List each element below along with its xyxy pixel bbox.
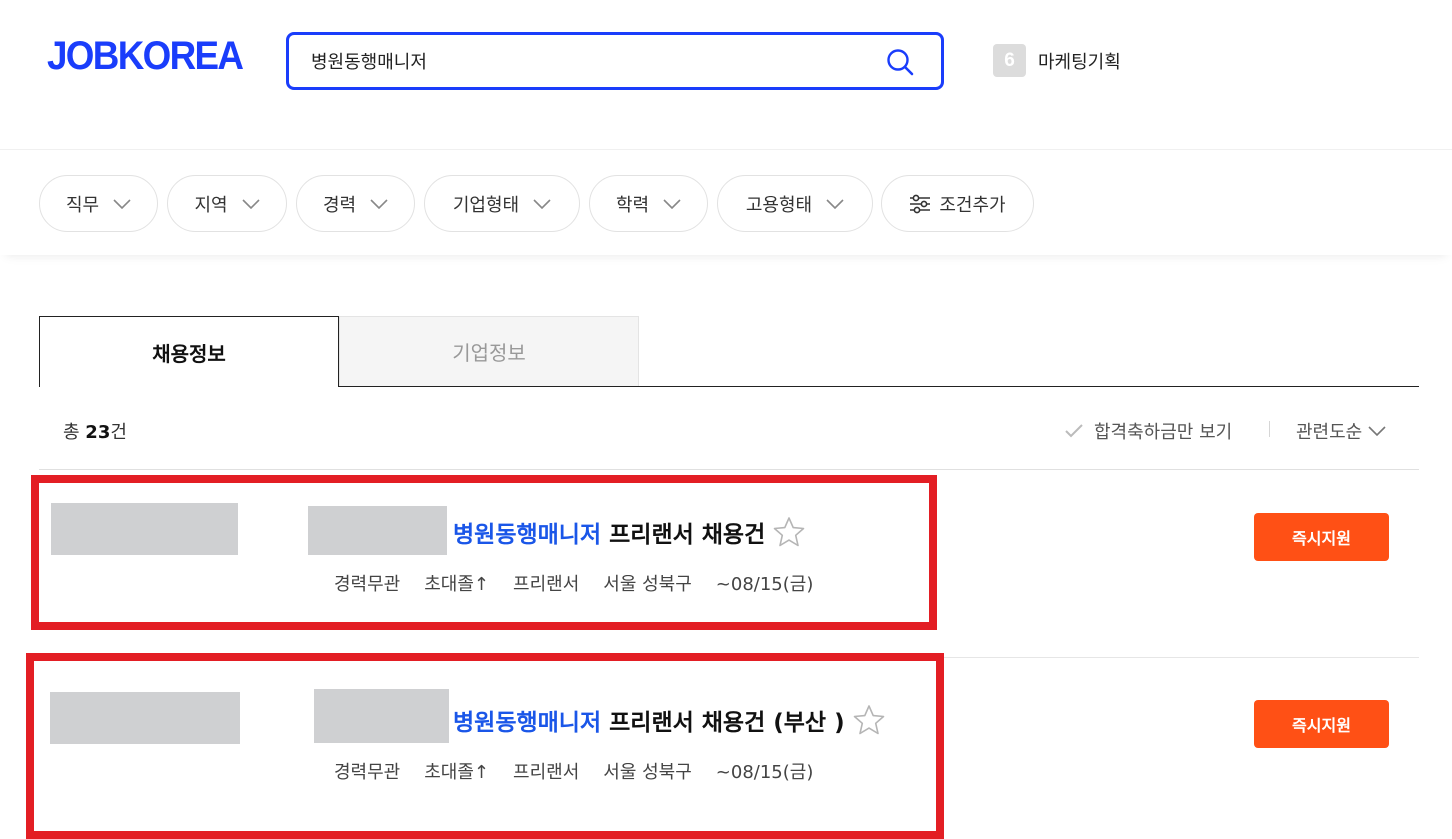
job-education: 초대졸↑: [424, 762, 490, 783]
total-suffix: 건: [110, 422, 127, 443]
page: JOBKOREA 6 마케팅기획 직무 지역 경력 기업형태 학력: [0, 0, 1452, 839]
filter-chip-label: 조건추가: [939, 194, 1006, 216]
search-icon[interactable]: [885, 47, 915, 77]
apply-now-button[interactable]: 즉시지원: [1254, 513, 1389, 561]
filter-chip-add-condition[interactable]: 조건추가: [881, 175, 1034, 232]
jobkorea-logo[interactable]: JOBKOREA: [47, 36, 244, 76]
filter-chip-label: 경력: [322, 194, 357, 216]
check-icon: [1065, 424, 1083, 438]
chevron-down-icon: [533, 198, 551, 209]
filter-chip-job[interactable]: 직무: [39, 175, 158, 232]
job-experience: 경력무관: [334, 574, 401, 595]
filter-chip-career[interactable]: 경력: [296, 175, 415, 232]
company-name-redacted: [51, 503, 238, 555]
trending-rank-badge: 6: [993, 44, 1026, 77]
filter-chip-label: 기업형태: [452, 194, 520, 216]
job-conditions: 경력무관 초대졸↑ 프리랜서 서울 성북구 ~08/15(금): [334, 758, 837, 784]
chevron-down-icon: [663, 198, 681, 209]
job-title-keyword: 병원동행매니저: [453, 710, 602, 736]
job-title-text: 프리랜서 채용건: [609, 522, 766, 548]
job-deadline: ~08/15(금): [715, 762, 814, 783]
job-conditions: 경력무관 초대졸↑ 프리랜서 서울 성북구 ~08/15(금): [334, 570, 837, 596]
search-box[interactable]: [286, 32, 944, 90]
job-title[interactable]: 병원동행매니저 프리랜서 채용건: [453, 515, 805, 549]
title-prefix-redacted: [314, 689, 449, 743]
filter-chip-region[interactable]: 지역: [167, 175, 287, 232]
job-location: 서울 성북구: [603, 762, 692, 783]
job-employment-type: 프리랜서: [513, 574, 580, 595]
pass-bonus-filter-label: 합격축하금만 보기: [1094, 422, 1233, 443]
filter-chip-label: 학력: [615, 194, 650, 216]
sort-label: 관련도순: [1296, 422, 1363, 443]
job-deadline: ~08/15(금): [715, 574, 814, 595]
chevron-down-icon: [241, 198, 260, 209]
chevron-down-icon: [1368, 426, 1386, 436]
highlight-box: [26, 653, 944, 839]
search-input[interactable]: [311, 47, 871, 75]
job-location: 서울 성북구: [603, 574, 692, 595]
chevron-down-icon: [826, 198, 844, 209]
tab-company-info[interactable]: 기업정보: [339, 316, 639, 386]
total-number: 23: [85, 422, 111, 443]
pass-bonus-filter-toggle[interactable]: 합격축하금만 보기: [1064, 418, 1232, 444]
job-employment-type: 프리랜서: [513, 762, 580, 783]
apply-now-button[interactable]: 즉시지원: [1254, 700, 1389, 748]
filter-chip-label: 직무: [65, 194, 100, 216]
list-top-divider: [39, 469, 1419, 470]
star-icon[interactable]: [853, 704, 885, 736]
filter-chip-label: 지역: [194, 194, 228, 216]
filter-chip-education[interactable]: 학력: [589, 175, 708, 232]
job-title[interactable]: 병원동행매니저 프리랜서 채용건 (부산 ): [453, 703, 885, 737]
tab-job-info[interactable]: 채용정보: [39, 316, 339, 387]
filter-chip-company-type[interactable]: 기업형태: [424, 175, 580, 232]
sliders-icon: [910, 194, 931, 213]
total-prefix: 총: [63, 422, 86, 443]
chevron-down-icon: [113, 198, 131, 209]
star-icon[interactable]: [773, 516, 805, 548]
job-education: 초대졸↑: [424, 574, 490, 595]
trending-keyword[interactable]: 마케팅기획: [1038, 48, 1121, 74]
meta-divider: [1269, 421, 1270, 437]
filter-chip-label: 고용형태: [745, 194, 813, 216]
filter-chip-employment-type[interactable]: 고용형태: [717, 175, 873, 232]
title-prefix-redacted: [308, 506, 447, 555]
filter-bar: 직무 지역 경력 기업형태 학력 고용형태 조건추가: [0, 149, 1452, 255]
job-experience: 경력무관: [334, 762, 401, 783]
company-name-redacted: [50, 692, 240, 744]
tab-underline: [339, 386, 1419, 387]
job-title-keyword: 병원동행매니저: [453, 522, 602, 548]
sort-select[interactable]: 관련도순: [1296, 418, 1386, 444]
total-count: 총 23건: [63, 418, 127, 444]
job-title-text: 프리랜서 채용건 (부산 ): [609, 710, 845, 736]
chevron-down-icon: [370, 198, 388, 209]
